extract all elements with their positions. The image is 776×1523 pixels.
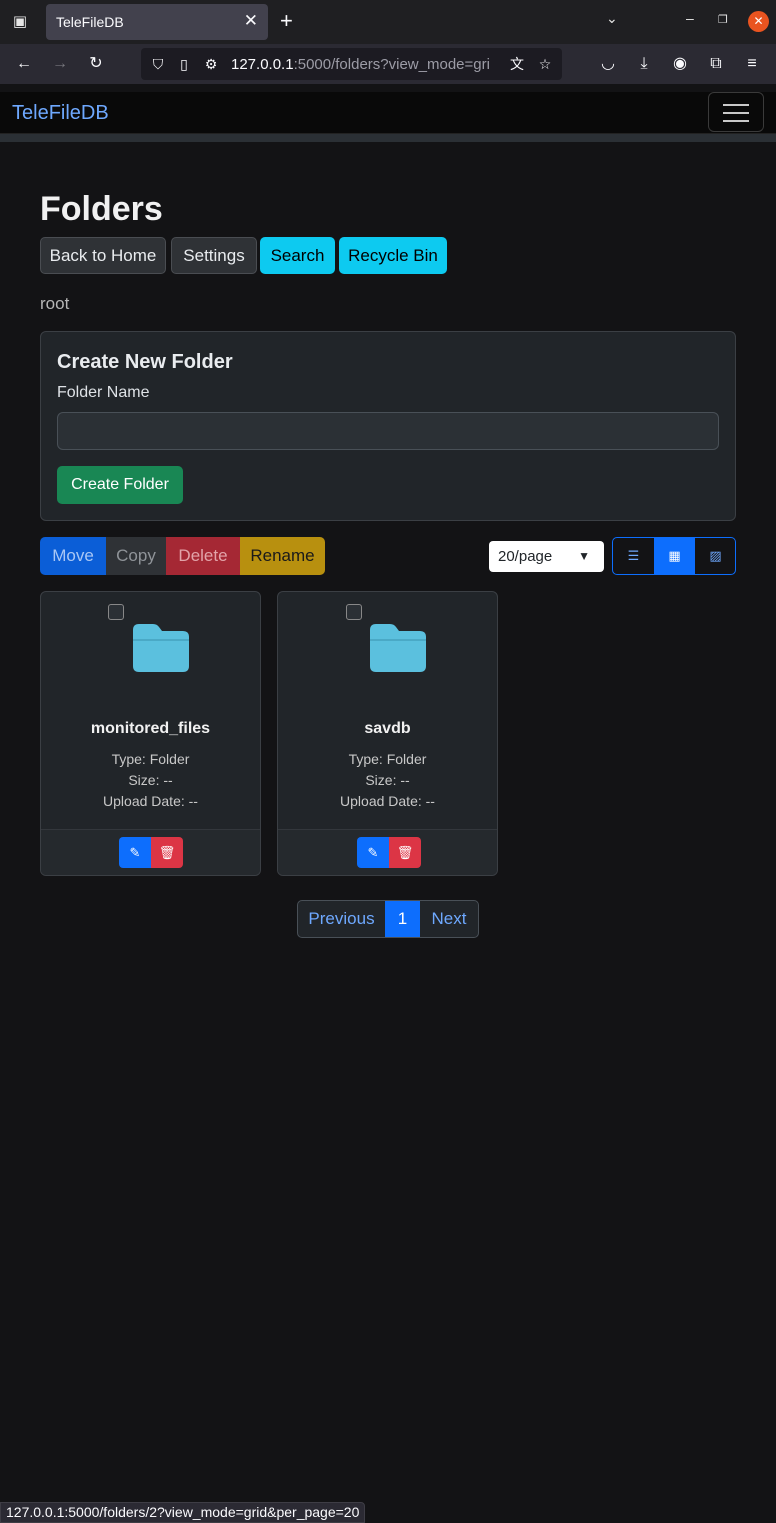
folder-size: Size: -- (128, 772, 173, 788)
navbar-toggler-icon[interactable] (708, 92, 764, 132)
browser-toolbar: ← → ↻ ⛉ ▯ ⚙ 127.0.0.1:5000/folders?view_… (0, 44, 776, 84)
previous-page-link[interactable]: Previous (298, 901, 385, 937)
navbar-divider (0, 134, 776, 142)
extensions-icon[interactable]: ⧉ (705, 53, 727, 75)
card-footer: ✎ 🗑 (278, 829, 497, 875)
folder-name[interactable]: savdb (278, 720, 497, 738)
folder-name-label: Folder Name (57, 384, 150, 401)
trash-icon[interactable]: 🗑 (389, 837, 421, 868)
tab-list-icon[interactable]: ▣ (8, 10, 32, 34)
copy-button[interactable]: Copy (106, 537, 166, 575)
current-page[interactable]: 1 (385, 901, 420, 937)
folder-icon (133, 624, 189, 672)
rename-button[interactable]: Rename (240, 537, 325, 575)
per-page-value: 20/page (498, 548, 553, 565)
search-button[interactable]: Search (260, 237, 335, 274)
select-checkbox[interactable] (108, 604, 124, 620)
minimize-icon[interactable]: – (686, 10, 694, 26)
folder-card[interactable]: savdb Type: Folder Size: -- Upload Date:… (277, 591, 498, 876)
url-text[interactable]: 127.0.0.1:5000/folders?view_mode=gri (231, 56, 490, 73)
reload-icon[interactable]: ↻ (85, 53, 107, 75)
gallery-view-icon[interactable]: ▨ (695, 538, 735, 574)
back-to-home-button[interactable]: Back to Home (40, 237, 166, 274)
downloads-icon[interactable]: ⤓ (633, 53, 655, 75)
breadcrumb[interactable]: root (40, 294, 69, 314)
folder-name-input[interactable] (57, 412, 719, 450)
forward-icon[interactable]: → (49, 53, 71, 75)
back-icon[interactable]: ← (13, 53, 35, 75)
move-button[interactable]: Move (40, 537, 106, 575)
grid-view-icon[interactable]: ▦ (654, 538, 695, 574)
per-page-select[interactable]: 20/page ▼ (489, 541, 604, 572)
trash-icon[interactable]: 🗑 (151, 837, 183, 868)
create-folder-button[interactable]: Create Folder (57, 466, 183, 504)
tab-overflow-chevron-icon[interactable]: ⌄ (606, 10, 618, 27)
folder-icon (370, 624, 426, 672)
address-bar[interactable]: ⛉ ▯ ⚙ 127.0.0.1:5000/folders?view_mode=g… (141, 48, 562, 80)
tab-close-icon[interactable]: ✕ (244, 11, 258, 31)
pencil-icon[interactable]: ✎ (119, 837, 151, 868)
chevron-down-icon: ▼ (578, 549, 590, 563)
window-close-icon[interactable]: ✕ (748, 11, 769, 32)
page-icon[interactable]: ▯ (175, 55, 193, 73)
account-icon[interactable]: ◉ (669, 53, 691, 75)
card-footer: ✎ 🗑 (41, 829, 260, 875)
shield-icon[interactable]: ⛉ (149, 55, 167, 73)
folder-card[interactable]: monitored_files Type: Folder Size: -- Up… (40, 591, 261, 876)
bookmark-star-icon[interactable]: ☆ (536, 55, 554, 73)
permissions-icon[interactable]: ⚙ (202, 55, 220, 73)
menu-icon[interactable]: ≡ (741, 53, 763, 75)
new-tab-icon[interactable]: + (280, 8, 293, 34)
brand-link[interactable]: TeleFileDB (12, 102, 109, 125)
app-navbar: TeleFileDB (0, 92, 776, 134)
bulk-action-group: Move Copy Delete Rename (40, 537, 325, 575)
recycle-bin-button[interactable]: Recycle Bin (339, 237, 447, 274)
tab-title: TeleFileDB (56, 14, 124, 30)
folder-type: Type: Folder (111, 751, 190, 767)
folder-upload-date: Upload Date: -- (340, 793, 435, 809)
pencil-icon[interactable]: ✎ (357, 837, 389, 868)
create-folder-card: Create New Folder Folder Name Create Fol… (40, 331, 736, 521)
restore-icon[interactable]: ❐ (718, 13, 728, 26)
list-view-icon[interactable]: ☰ (613, 538, 654, 574)
select-checkbox[interactable] (346, 604, 362, 620)
browser-tab[interactable]: TeleFileDB ✕ (46, 4, 268, 40)
pagination: Previous 1 Next (297, 900, 479, 938)
page-title: Folders (40, 190, 163, 228)
folder-name[interactable]: monitored_files (41, 720, 260, 738)
folder-upload-date: Upload Date: -- (103, 793, 198, 809)
pocket-icon[interactable]: ◡ (597, 53, 619, 75)
link-status-bar: 127.0.0.1:5000/folders/2?view_mode=grid&… (0, 1502, 366, 1523)
delete-button[interactable]: Delete (166, 537, 240, 575)
folder-size: Size: -- (365, 772, 410, 788)
next-page-link[interactable]: Next (420, 901, 478, 937)
folder-type: Type: Folder (348, 751, 427, 767)
browser-tab-bar: ▣ TeleFileDB ✕ + ⌄ – ❐ ✕ (0, 0, 776, 44)
view-mode-group: ☰ ▦ ▨ (612, 537, 736, 575)
create-folder-title: Create New Folder (57, 351, 233, 373)
translate-icon[interactable]: 文 (508, 55, 526, 73)
settings-button[interactable]: Settings (171, 237, 257, 274)
